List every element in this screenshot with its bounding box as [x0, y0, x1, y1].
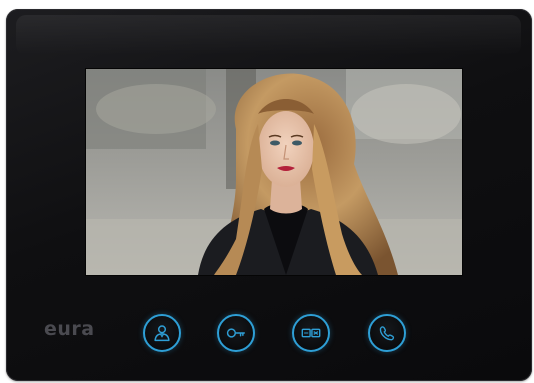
- video-screen: [86, 69, 462, 275]
- gate-unlock-button[interactable]: [217, 314, 255, 352]
- intercom-icon: [301, 328, 321, 338]
- call-button[interactable]: [368, 314, 406, 352]
- monitor-button[interactable]: [143, 314, 181, 352]
- key-icon: [226, 328, 245, 338]
- video-intercom-monitor: eura: [6, 9, 532, 381]
- intercom-button[interactable]: [292, 314, 330, 352]
- phone-icon: [379, 326, 395, 341]
- person-icon: [154, 325, 170, 342]
- bezel-highlight: [16, 15, 521, 55]
- camera-feed-image: [86, 69, 462, 275]
- eura-logo: eura: [44, 318, 95, 340]
